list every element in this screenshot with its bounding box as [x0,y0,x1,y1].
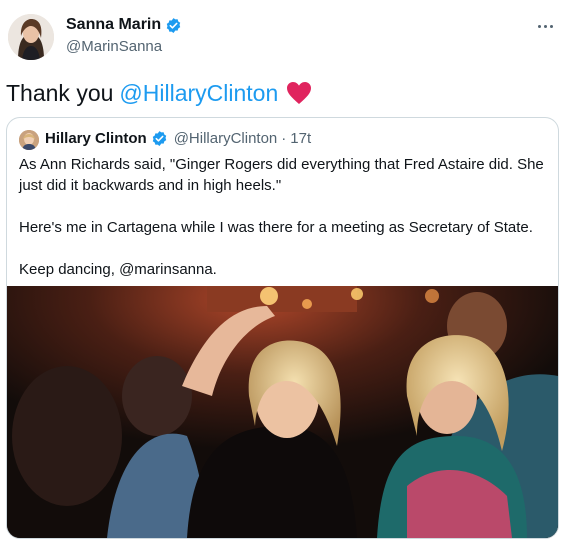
mention-link[interactable]: @HillaryClinton [119,78,278,108]
author-handle[interactable]: @MarinSanna [66,38,162,55]
quoted-verified-badge-icon [151,130,168,147]
quoted-author-handle[interactable]: @HillaryClinton [174,130,278,147]
quoted-separator: · [281,130,287,147]
tweet-text-body: Thank you [6,80,114,106]
quoted-photo[interactable] [7,286,558,538]
author-name-row: Sanna Marin [66,16,182,34]
quoted-tweet[interactable]: Hillary Clinton @HillaryClinton · 17t As… [6,117,559,539]
verified-badge-icon [165,17,182,34]
quoted-timestamp[interactable]: 17t [290,130,311,147]
more-options-icon[interactable] [532,14,558,38]
quoted-paragraph: Keep dancing, @marinsanna. [19,261,217,278]
quoted-header: Hillary Clinton @HillaryClinton · 17t [45,130,311,147]
quoted-paragraph: Here's me in Cartagena while I was there… [19,219,533,236]
heart-icon [286,81,312,105]
quoted-author-avatar[interactable] [19,130,39,150]
author-avatar[interactable] [8,14,54,60]
author-name[interactable]: Sanna Marin [66,16,161,34]
tweet: Sanna Marin @MarinSanna Thank you @Hilla… [0,0,568,539]
quoted-text: As Ann Richards said, "Ginger Rogers did… [19,154,544,280]
quoted-paragraph: As Ann Richards said, "Ginger Rogers did… [19,156,544,194]
tweet-text: Thank you @HillaryClinton [6,78,312,108]
quoted-author-name[interactable]: Hillary Clinton [45,130,147,147]
